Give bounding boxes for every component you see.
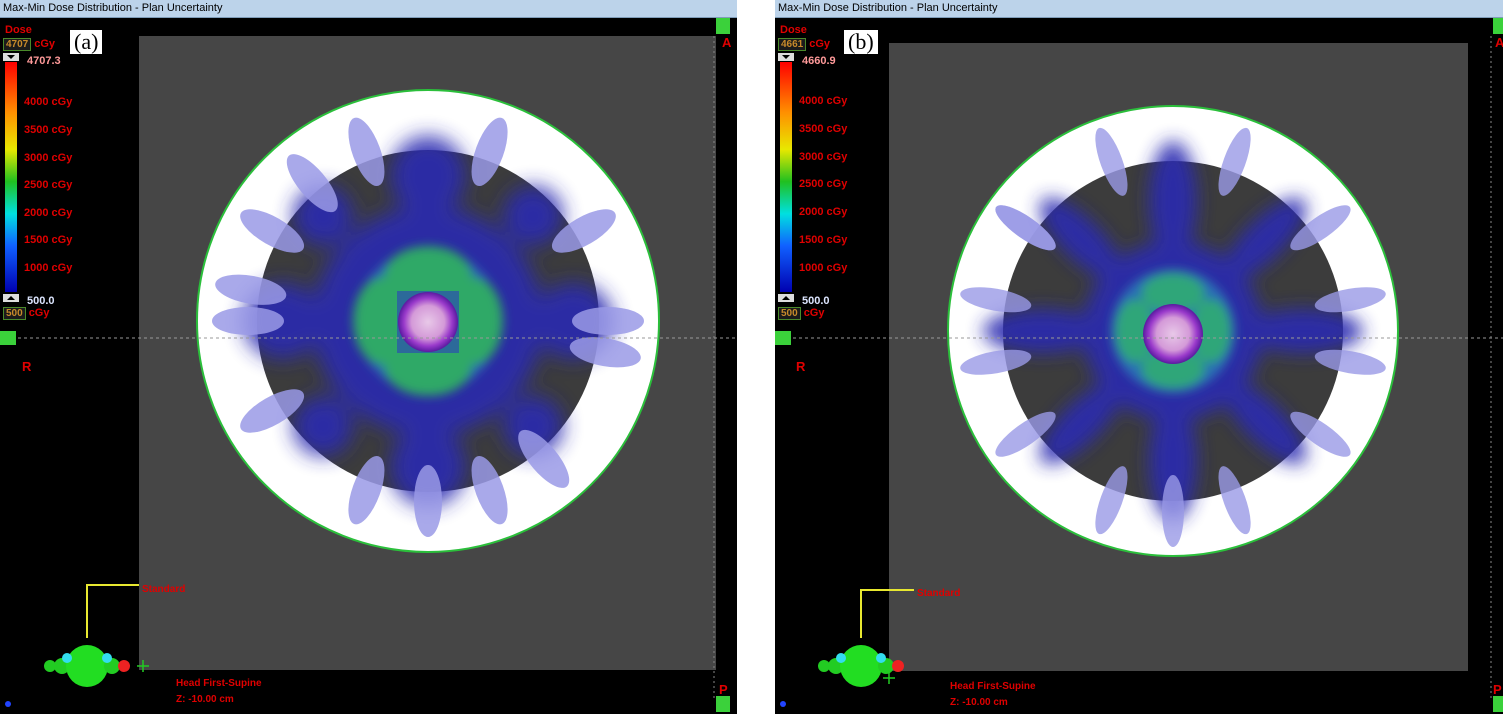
colorbar-tick: 2500 cGy	[799, 178, 848, 190]
z-position: Z: -10.00 cm	[176, 694, 234, 705]
slice-marker-top[interactable]	[716, 18, 730, 34]
colorbar-tick: 1500 cGy	[799, 234, 848, 246]
panel-caption: (b)	[844, 30, 878, 54]
dose-min-row: 500 cGy	[3, 307, 49, 320]
slice-marker-left[interactable]	[0, 331, 16, 345]
dose-colorbar[interactable]	[5, 62, 17, 292]
colorbar-tick: 4000 cGy	[24, 96, 73, 108]
patient-orientation-icon[interactable]	[44, 645, 149, 687]
dose-max-input[interactable]: 4661	[778, 38, 807, 51]
orientation-posterior: P	[719, 682, 728, 697]
view-axis-indicator	[86, 584, 139, 638]
colorbar-tick: 2000 cGy	[799, 206, 848, 218]
dose-max-unit: cGy	[34, 38, 56, 50]
colorbar-tick: 1000 cGy	[24, 262, 73, 274]
dose-min-unit: cGy	[803, 307, 825, 319]
colorbar-tick: 3000 cGy	[799, 151, 848, 163]
status-dot	[780, 701, 786, 707]
colorbar-max-value: 4707.3	[27, 55, 61, 67]
slice-marker-top[interactable]	[1493, 18, 1503, 34]
patient-position: Head First-Supine	[950, 681, 1036, 692]
patient-position: Head First-Supine	[176, 678, 262, 689]
colorbar-tick: 3500 cGy	[799, 123, 848, 135]
colorbar-max-value: 4660.9	[802, 55, 836, 67]
dose-min-input[interactable]: 500	[778, 307, 801, 320]
z-position: Z: -10.00 cm	[950, 697, 1008, 708]
dose-colorbar[interactable]	[780, 62, 792, 292]
colorbar-tick: 3500 cGy	[24, 124, 73, 136]
dose-max-input[interactable]: 4707	[3, 38, 32, 51]
dose-viewport[interactable]	[0, 18, 737, 714]
view-label: Standard	[917, 588, 961, 599]
dose-min-input[interactable]: 500	[3, 307, 26, 320]
viewer-panel-b: Max-Min Dose Distribution - Plan Uncerta…	[775, 0, 1503, 714]
dose-max-row: 4661 cGy	[778, 38, 830, 51]
colorbar-tick: 3000 cGy	[24, 152, 73, 164]
orientation-right: R	[22, 359, 32, 374]
colorbar-tick: 2000 cGy	[24, 207, 73, 219]
view-label: Standard	[142, 584, 186, 595]
orientation-anterior: A	[722, 35, 732, 50]
target-high-dose	[398, 292, 458, 352]
colorbar-tick: 4000 cGy	[799, 95, 848, 107]
slice-marker-bottom[interactable]	[716, 696, 730, 712]
dose-max-row: 4707 cGy	[3, 38, 55, 51]
slice-marker-bottom[interactable]	[1493, 696, 1503, 712]
orientation-anterior: A	[1495, 35, 1503, 50]
orientation-right: R	[796, 359, 806, 374]
viewer-panel-a: Max-Min Dose Distribution - Plan Uncerta…	[0, 0, 737, 714]
dose-label: Dose	[5, 24, 32, 36]
dose-label: Dose	[780, 24, 807, 36]
window-title: Max-Min Dose Distribution - Plan Uncerta…	[0, 0, 737, 18]
window-title: Max-Min Dose Distribution - Plan Uncerta…	[775, 0, 1503, 18]
dose-max-unit: cGy	[809, 38, 831, 50]
dose-min-row: 500 cGy	[778, 307, 824, 320]
panel-caption: (a)	[70, 30, 103, 54]
orientation-posterior: P	[1493, 682, 1502, 697]
target-high-dose	[1143, 304, 1203, 364]
colorbar-tick: 1000 cGy	[799, 262, 848, 274]
slice-marker-left[interactable]	[775, 331, 791, 345]
colorbar-tick: 1500 cGy	[24, 234, 73, 246]
status-dot	[5, 701, 11, 707]
colorbar-tick: 2500 cGy	[24, 179, 73, 191]
dose-min-unit: cGy	[28, 307, 50, 319]
dose-viewport[interactable]	[775, 18, 1503, 714]
